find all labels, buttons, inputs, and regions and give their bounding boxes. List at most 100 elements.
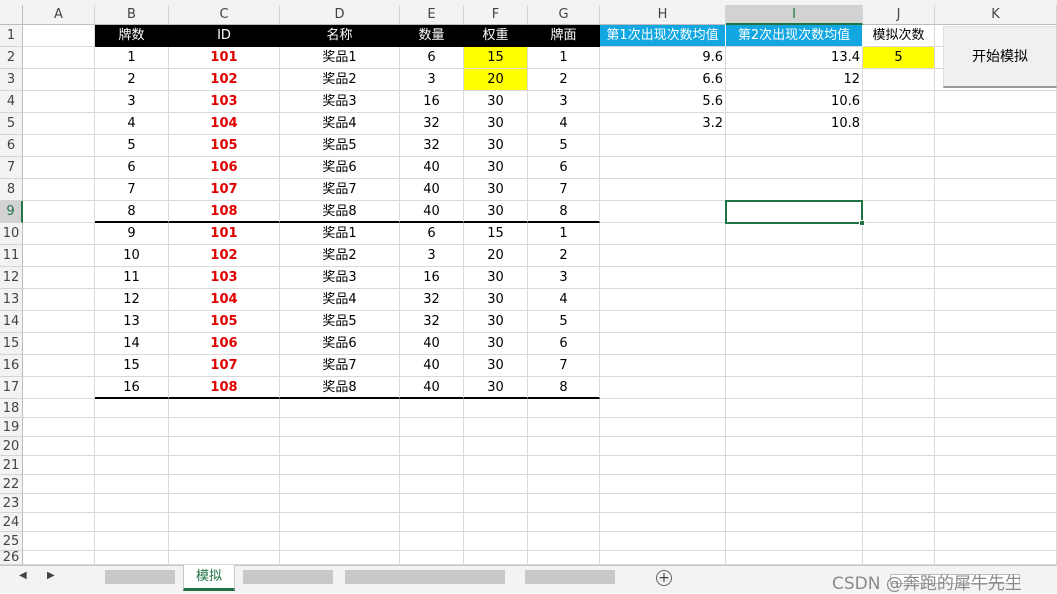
cell-d16[interactable]: 奖品7 (280, 355, 400, 377)
cell-e21[interactable] (400, 456, 464, 475)
cell-a10[interactable] (23, 223, 95, 245)
cell-c4[interactable]: 103 (169, 91, 280, 113)
row-header[interactable]: 12 (0, 267, 23, 289)
row-header[interactable]: 5 (0, 113, 23, 135)
cell-j26[interactable] (863, 551, 935, 565)
cell-b9[interactable]: 8 (95, 201, 169, 223)
row-header[interactable]: 15 (0, 333, 23, 355)
cell-g20[interactable] (528, 437, 600, 456)
cell-e14[interactable]: 32 (400, 311, 464, 333)
cell-d9[interactable]: 奖品8 (280, 201, 400, 223)
cell-d14[interactable]: 奖品5 (280, 311, 400, 333)
cell-i24[interactable] (726, 513, 863, 532)
cell-d8[interactable]: 奖品7 (280, 179, 400, 201)
cell-f2[interactable]: 15 (464, 47, 528, 69)
cell-b1[interactable]: 牌数 (95, 25, 169, 47)
cell-f3[interactable]: 20 (464, 69, 528, 91)
cell-e26[interactable] (400, 551, 464, 565)
cell-j8[interactable] (863, 179, 935, 201)
cell-e16[interactable]: 40 (400, 355, 464, 377)
cell-h7[interactable] (600, 157, 726, 179)
cell-e4[interactable]: 16 (400, 91, 464, 113)
row-header[interactable]: 10 (0, 223, 23, 245)
sheet-tab-blurred[interactable] (243, 570, 333, 584)
cell-a15[interactable] (23, 333, 95, 355)
cell-d4[interactable]: 奖品3 (280, 91, 400, 113)
cell-e12[interactable]: 16 (400, 267, 464, 289)
column-header-h[interactable]: H (600, 5, 726, 25)
cell-i23[interactable] (726, 494, 863, 513)
select-all-corner[interactable] (0, 5, 23, 25)
cell-a4[interactable] (23, 91, 95, 113)
cell-j5[interactable] (863, 113, 935, 135)
cell-b21[interactable] (95, 456, 169, 475)
cell-g19[interactable] (528, 418, 600, 437)
column-header-g[interactable]: G (528, 5, 600, 25)
row-header[interactable]: 11 (0, 245, 23, 267)
cell-j21[interactable] (863, 456, 935, 475)
cell-j18[interactable] (863, 399, 935, 418)
cell-f5[interactable]: 30 (464, 113, 528, 135)
cell-e2[interactable]: 6 (400, 47, 464, 69)
cell-f6[interactable]: 30 (464, 135, 528, 157)
cell-i11[interactable] (726, 245, 863, 267)
cell-d7[interactable]: 奖品6 (280, 157, 400, 179)
cell-a13[interactable] (23, 289, 95, 311)
cell-d26[interactable] (280, 551, 400, 565)
cell-a11[interactable] (23, 245, 95, 267)
cell-c1[interactable]: ID (169, 25, 280, 47)
cell-k16[interactable] (935, 355, 1057, 377)
cell-k7[interactable] (935, 157, 1057, 179)
cell-h3[interactable]: 6.6 (600, 69, 726, 91)
cell-d2[interactable]: 奖品1 (280, 47, 400, 69)
row-header[interactable]: 2 (0, 47, 23, 69)
cell-h5[interactable]: 3.2 (600, 113, 726, 135)
cell-e5[interactable]: 32 (400, 113, 464, 135)
cell-c17[interactable]: 108 (169, 377, 280, 399)
cell-h4[interactable]: 5.6 (600, 91, 726, 113)
cell-k11[interactable] (935, 245, 1057, 267)
cell-h8[interactable] (600, 179, 726, 201)
cell-c11[interactable]: 102 (169, 245, 280, 267)
cell-k8[interactable] (935, 179, 1057, 201)
cell-h13[interactable] (600, 289, 726, 311)
row-header[interactable]: 20 (0, 437, 23, 456)
cell-d6[interactable]: 奖品5 (280, 135, 400, 157)
cell-k13[interactable] (935, 289, 1057, 311)
cell-j4[interactable] (863, 91, 935, 113)
sheet-tab-active[interactable]: 模拟 (183, 565, 235, 591)
cell-k6[interactable] (935, 135, 1057, 157)
cell-a16[interactable] (23, 355, 95, 377)
cell-j1[interactable]: 模拟次数 (863, 25, 935, 47)
cell-k9[interactable] (935, 201, 1057, 223)
cell-h1[interactable]: 第1次出现次数均值 (600, 25, 726, 47)
row-header[interactable]: 19 (0, 418, 23, 437)
cell-i2[interactable]: 13.4 (726, 47, 863, 69)
cell-b19[interactable] (95, 418, 169, 437)
sheet-tab-blurred[interactable] (525, 570, 615, 584)
cell-b15[interactable]: 14 (95, 333, 169, 355)
cell-g2[interactable]: 1 (528, 47, 600, 69)
cell-e7[interactable]: 40 (400, 157, 464, 179)
cell-g6[interactable]: 5 (528, 135, 600, 157)
cell-i18[interactable] (726, 399, 863, 418)
cell-g16[interactable]: 7 (528, 355, 600, 377)
cell-b8[interactable]: 7 (95, 179, 169, 201)
cell-i19[interactable] (726, 418, 863, 437)
cell-i20[interactable] (726, 437, 863, 456)
cell-a6[interactable] (23, 135, 95, 157)
cell-c24[interactable] (169, 513, 280, 532)
cell-a18[interactable] (23, 399, 95, 418)
cell-h18[interactable] (600, 399, 726, 418)
cell-f18[interactable] (464, 399, 528, 418)
cell-k4[interactable] (935, 91, 1057, 113)
cell-b14[interactable]: 13 (95, 311, 169, 333)
start-simulation-button[interactable]: 开始模拟 (943, 26, 1057, 88)
cell-f19[interactable] (464, 418, 528, 437)
cell-a14[interactable] (23, 311, 95, 333)
cell-d1[interactable]: 名称 (280, 25, 400, 47)
cell-d11[interactable]: 奖品2 (280, 245, 400, 267)
cell-a12[interactable] (23, 267, 95, 289)
cell-d21[interactable] (280, 456, 400, 475)
cell-j22[interactable] (863, 475, 935, 494)
